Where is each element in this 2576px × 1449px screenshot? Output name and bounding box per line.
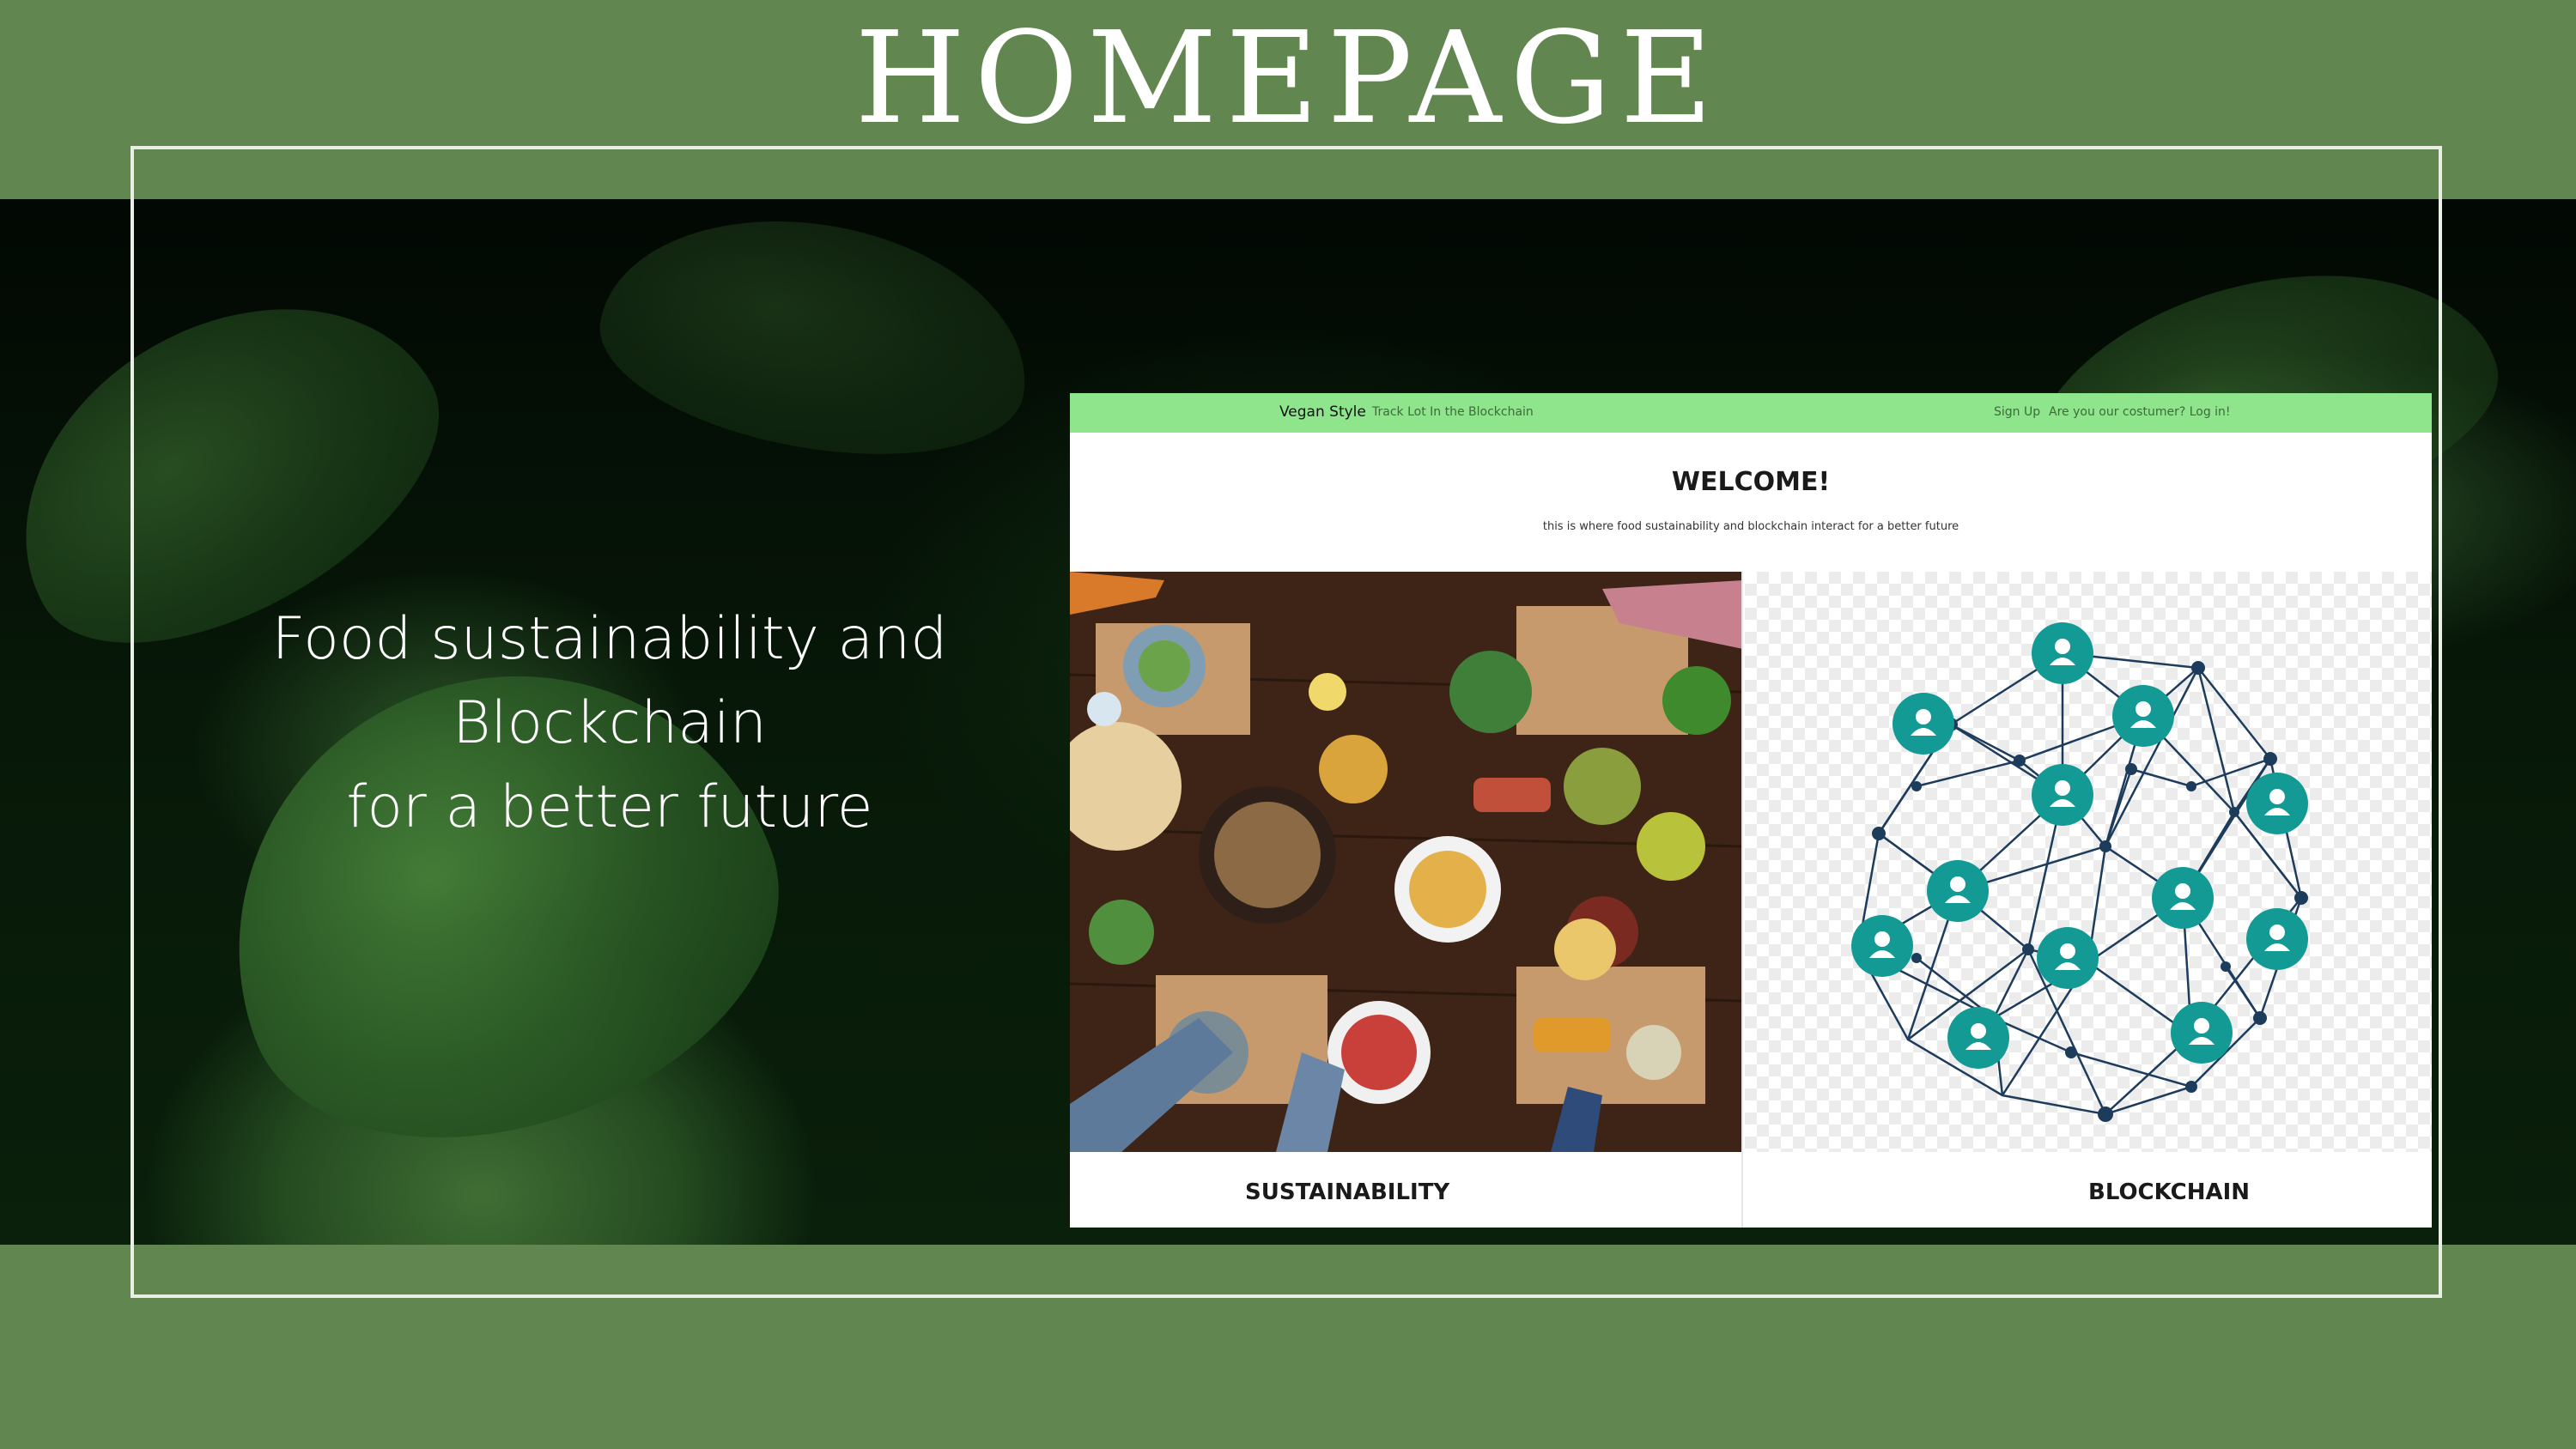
signup-link[interactable]: Sign Up [1994,405,2040,419]
blockchain-network-illustration [1745,572,2432,1152]
tagline-line-1: Food sustainability and [271,605,948,673]
blockchain-label[interactable]: BLOCKCHAIN [2088,1179,2250,1205]
sustainability-label[interactable]: SUSTAINABILITY [1245,1179,1449,1205]
page-title: HOMEPAGE [854,4,1722,152]
track-lot-link[interactable]: Track Lot In the Blockchain [1372,405,1534,419]
blockchain-card[interactable]: BLOCKCHAIN [1745,572,2432,1228]
brand-link[interactable]: Vegan Style [1279,403,1366,421]
welcome-title: WELCOME! [1671,467,1831,497]
food-table-photo [1070,572,1741,1152]
sustainability-card[interactable]: SUSTAINABILITY [1070,572,1743,1228]
tagline-line-2: Blockchain [453,689,767,757]
welcome-subtitle: this is where food sustainability and bl… [1542,520,1959,533]
login-link[interactable]: Are you our costumer? Log in! [2049,405,2231,419]
tagline-line-3: for a better future [346,773,873,841]
navbar: Vegan Style Track Lot In the Blockchain … [1070,393,2432,433]
tagline: Food sustainability and Blockchain for a… [223,597,996,850]
website-mockup: Vegan Style Track Lot In the Blockchain … [1070,393,2432,1228]
